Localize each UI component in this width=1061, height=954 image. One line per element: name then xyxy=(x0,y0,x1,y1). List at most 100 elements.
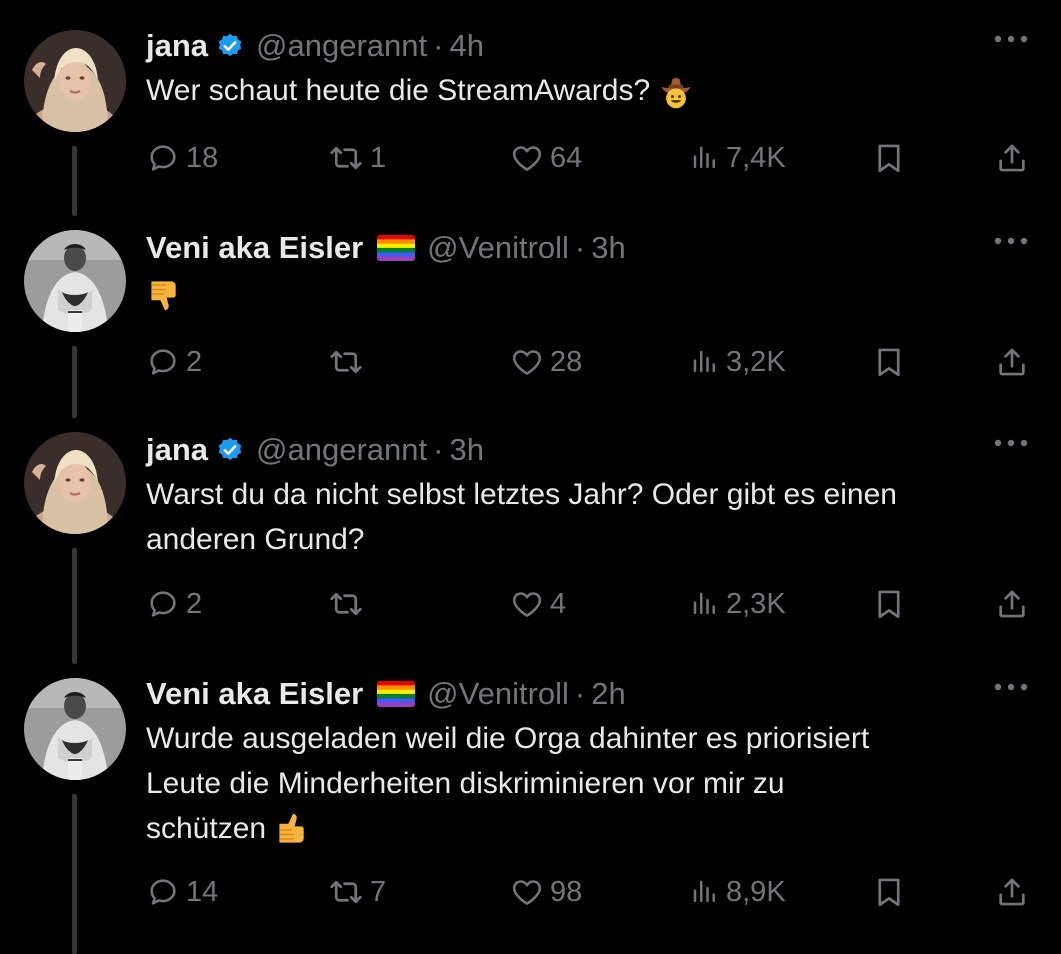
repost-button[interactable]: 1 xyxy=(328,136,386,180)
tweet-text: Wurde ausgeladen weil die Orga dahinter … xyxy=(146,716,1031,851)
share-button[interactable] xyxy=(995,870,1029,914)
tweet-actions: 2 4 2,3K xyxy=(146,582,1031,626)
share-button[interactable] xyxy=(995,340,1029,384)
bookmark-button[interactable] xyxy=(872,870,906,914)
views-button[interactable]: 7,4K xyxy=(690,136,786,180)
reply-count: 14 xyxy=(186,875,219,908)
verified-badge-icon xyxy=(216,32,244,60)
views-icon xyxy=(690,877,720,907)
like-button[interactable]: 64 xyxy=(510,136,582,180)
tweet[interactable]: Veni aka Eisler @Venitroll · 2h Wurde au… xyxy=(0,674,1061,954)
tweet-header: jana @angerannt · 4h xyxy=(146,26,1031,66)
tweet-header: Veni aka Eisler @Venitroll · 3h xyxy=(146,228,1031,268)
thumbs-up-emoji-icon xyxy=(274,812,310,848)
share-icon xyxy=(995,141,1029,175)
repost-icon xyxy=(328,140,364,176)
like-count: 4 xyxy=(550,587,567,620)
like-count: 98 xyxy=(550,875,583,908)
verified-badge-icon xyxy=(216,436,244,464)
bookmark-icon xyxy=(872,587,906,621)
reply-button[interactable]: 14 xyxy=(146,870,218,914)
bookmark-button[interactable] xyxy=(872,340,906,384)
user-handle[interactable]: @Venitroll xyxy=(427,676,569,712)
timestamp[interactable]: 2h xyxy=(591,676,625,712)
share-button[interactable] xyxy=(995,582,1029,626)
display-name[interactable]: jana xyxy=(146,28,208,64)
rainbow-flag-icon xyxy=(377,681,415,707)
views-button[interactable]: 2,3K xyxy=(690,582,786,626)
views-count: 8,9K xyxy=(726,875,786,908)
share-button[interactable] xyxy=(995,136,1029,180)
thread-connector-line xyxy=(72,146,77,216)
user-handle[interactable]: @angerannt xyxy=(256,28,427,64)
views-count: 7,4K xyxy=(726,141,786,174)
repost-button[interactable]: 7 xyxy=(328,870,386,914)
user-handle[interactable]: @Venitroll xyxy=(427,230,569,266)
timestamp[interactable]: 3h xyxy=(591,230,625,266)
more-icon[interactable] xyxy=(991,436,1031,450)
display-name[interactable]: jana xyxy=(146,432,208,468)
avatar[interactable] xyxy=(24,30,126,132)
tweet-text-line: Leute die Minderheiten diskriminieren vo… xyxy=(146,767,785,800)
separator-dot: · xyxy=(574,676,586,711)
tweet-text-line: anderen Grund? xyxy=(146,523,365,556)
repost-count: 7 xyxy=(370,875,387,908)
repost-button[interactable] xyxy=(328,582,364,626)
cowboy-face-emoji-icon xyxy=(658,74,694,110)
like-button[interactable]: 98 xyxy=(510,870,582,914)
views-icon xyxy=(690,347,720,377)
repost-icon xyxy=(328,874,364,910)
tweet[interactable]: Veni aka Eisler @Venitroll · 3h 2 28 3,2… xyxy=(0,226,1061,428)
timestamp[interactable]: 4h xyxy=(449,28,483,64)
display-name[interactable]: Veni aka Eisler xyxy=(146,676,363,712)
separator-dot: · xyxy=(433,28,444,63)
reply-button[interactable]: 2 xyxy=(146,582,202,626)
views-button[interactable]: 3,2K xyxy=(690,340,786,384)
thread-connector-line xyxy=(72,794,77,954)
bookmark-icon xyxy=(872,345,906,379)
timestamp[interactable]: 3h xyxy=(449,432,483,468)
reply-button[interactable]: 2 xyxy=(146,340,202,384)
like-icon xyxy=(510,345,544,379)
views-icon xyxy=(690,589,720,619)
more-icon[interactable] xyxy=(991,234,1031,248)
separator-dot: · xyxy=(433,432,444,467)
avatar[interactable] xyxy=(24,432,126,534)
tweet[interactable]: jana @angerannt · 3h Warst du da nicht s… xyxy=(0,428,1061,674)
like-button[interactable]: 28 xyxy=(510,340,582,384)
reply-button[interactable]: 18 xyxy=(146,136,218,180)
like-button[interactable]: 4 xyxy=(510,582,566,626)
views-button[interactable]: 8,9K xyxy=(690,870,786,914)
more-icon[interactable] xyxy=(991,680,1031,694)
reply-count: 18 xyxy=(186,141,219,174)
more-icon[interactable] xyxy=(991,32,1031,46)
thread-connector-line xyxy=(72,346,77,418)
tweet-text xyxy=(146,270,1031,315)
reply-count: 2 xyxy=(186,345,203,378)
views-icon xyxy=(690,143,720,173)
tweet-text-line: Wer schaut heute die StreamAwards? xyxy=(146,74,651,107)
tweet-text: Wer schaut heute die StreamAwards? xyxy=(146,68,1031,113)
like-icon xyxy=(510,587,544,621)
avatar[interactable] xyxy=(24,230,126,332)
repost-count: 1 xyxy=(370,141,387,174)
bookmark-icon xyxy=(872,875,906,909)
tweet[interactable]: jana @angerannt · 4h Wer schaut heute di… xyxy=(0,0,1061,226)
tweet-text-line: Warst du da nicht selbst letztes Jahr? O… xyxy=(146,478,897,511)
tweet-text-line: Wurde ausgeladen weil die Orga dahinter … xyxy=(146,722,870,755)
tweet-header: Veni aka Eisler @Venitroll · 2h xyxy=(146,674,1031,714)
reply-icon xyxy=(146,875,180,909)
views-count: 2,3K xyxy=(726,587,786,620)
reply-icon xyxy=(146,141,180,175)
repost-button[interactable] xyxy=(328,340,364,384)
display-name[interactable]: Veni aka Eisler xyxy=(146,230,363,266)
user-handle[interactable]: @angerannt xyxy=(256,432,427,468)
tweet-text-line: schützen xyxy=(146,812,267,845)
share-icon xyxy=(995,875,1029,909)
bookmark-button[interactable] xyxy=(872,136,906,180)
avatar[interactable] xyxy=(24,678,126,780)
views-count: 3,2K xyxy=(726,345,786,378)
repost-icon xyxy=(328,586,364,622)
share-icon xyxy=(995,587,1029,621)
bookmark-button[interactable] xyxy=(872,582,906,626)
